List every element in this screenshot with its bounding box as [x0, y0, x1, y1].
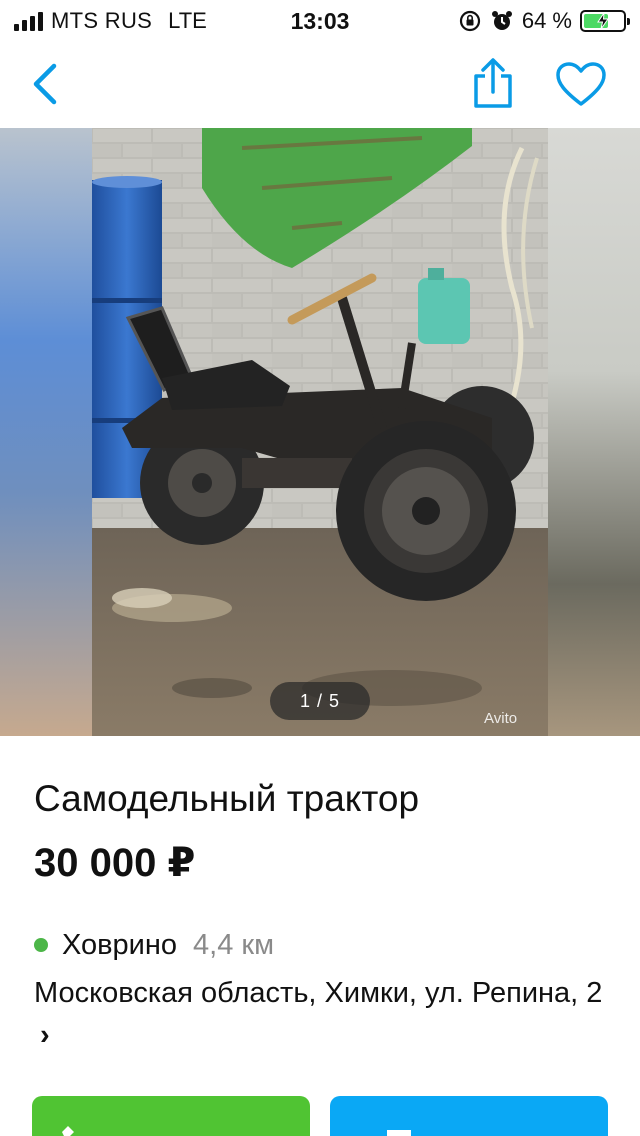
phone-icon	[62, 1126, 74, 1136]
address-text: Московская область, Химки, ул. Репина, 2	[34, 977, 603, 1009]
photo-gallery[interactable]: 1 / 5 Avito	[0, 128, 640, 736]
photo-counter: 1 / 5	[270, 682, 370, 720]
metro-dot-icon	[34, 938, 48, 952]
nav-bar	[0, 40, 640, 128]
back-button[interactable]	[26, 60, 66, 108]
chevron-left-icon	[33, 63, 57, 105]
avito-watermark: Avito	[484, 710, 518, 727]
chevron-right-icon: ›	[40, 1019, 50, 1051]
address-link[interactable]: Московская область, Химки, ул. Репина, 2…	[34, 972, 614, 1056]
charging-bolt-icon	[597, 12, 609, 30]
write-message-button[interactable]	[330, 1096, 608, 1136]
tractor-photo-illustration	[92, 128, 548, 736]
message-icon	[387, 1130, 411, 1136]
alarm-icon	[491, 11, 512, 30]
metro-distance: 4,4 км	[193, 928, 275, 961]
heart-icon	[556, 62, 606, 106]
listing-title: Самодельный трактор	[34, 778, 420, 819]
status-bar: MTS RUS LTE 13:03 64 %	[0, 0, 640, 40]
status-right: 64 %	[458, 8, 630, 34]
battery-icon	[580, 10, 630, 32]
location-block: Ховрино 4,4 км Московская область, Химки…	[34, 926, 614, 1056]
listing-photo	[92, 128, 548, 736]
listing-price: 30 000 ₽	[34, 841, 196, 885]
call-button[interactable]	[32, 1096, 310, 1136]
orientation-lock-icon	[459, 10, 480, 32]
metro-line: Ховрино 4,4 км	[34, 926, 614, 964]
favorite-button[interactable]	[554, 60, 608, 108]
metro-station: Ховрино	[62, 928, 178, 961]
share-icon	[474, 58, 512, 108]
battery-percent: 64 %	[521, 8, 572, 33]
share-button[interactable]	[468, 56, 518, 110]
